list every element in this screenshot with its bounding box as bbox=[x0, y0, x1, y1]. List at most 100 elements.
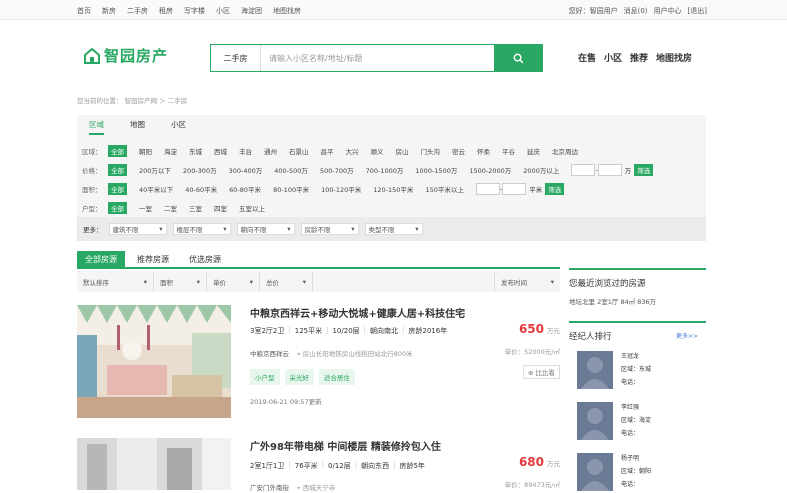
filter-option[interactable]: 丰台 bbox=[239, 146, 252, 156]
more-filters: 更多： 建筑不限 ▾ 楼层不限 ▾ 朝向不限 ▾ 房龄不限 ▾ 类型不限 ▾ bbox=[77, 217, 706, 241]
filter-option[interactable]: 2000万以上 bbox=[523, 165, 559, 175]
top-nav-office[interactable]: 写字楼 bbox=[184, 6, 205, 16]
filter-option[interactable]: 40平米以下 bbox=[139, 184, 173, 194]
filter-option[interactable]: 延庆 bbox=[527, 146, 540, 156]
filter-option[interactable]: 700-1000万 bbox=[366, 165, 404, 175]
filter-option[interactable]: 石景山 bbox=[289, 146, 309, 156]
nav-map[interactable]: 地图找房 bbox=[656, 51, 692, 64]
sort-total-price[interactable]: 总价 ▾ bbox=[260, 271, 313, 292]
sort-unit-price[interactable]: 单价 ▾ bbox=[207, 271, 260, 292]
filter-option[interactable]: 三室 bbox=[189, 203, 202, 213]
range-min-input[interactable] bbox=[571, 164, 596, 176]
range-min-input[interactable] bbox=[475, 183, 500, 195]
nav-community[interactable]: 小区 bbox=[604, 51, 622, 64]
filter-option[interactable]: 西城 bbox=[214, 146, 227, 156]
filter-option[interactable]: 海淀 bbox=[164, 146, 177, 156]
filter-option[interactable]: 北京周边 bbox=[552, 146, 578, 156]
recent-item[interactable]: 地坛北里 2室1厅 84㎡ 836万 bbox=[569, 296, 706, 306]
community-link[interactable]: 中粮京西祥云 bbox=[250, 348, 289, 359]
filter-option[interactable]: 60-80平米 bbox=[229, 184, 261, 194]
top-nav-haidian[interactable]: 海淀团 bbox=[241, 6, 262, 16]
orientation-select[interactable]: 朝向不限 ▾ bbox=[236, 223, 295, 235]
filter-option[interactable]: 一室 bbox=[139, 203, 152, 213]
listing-info: 3室2厅2卫 | 125平米 | 10/20层 | 朝向南北 | 房龄2016年 bbox=[250, 326, 448, 335]
top-nav-new[interactable]: 新房 bbox=[102, 6, 116, 16]
search-button[interactable] bbox=[494, 45, 542, 71]
filter-option[interactable]: 80-100平米 bbox=[273, 184, 309, 194]
top-nav-rent[interactable]: 租房 bbox=[159, 6, 173, 16]
range-max-input[interactable] bbox=[502, 183, 527, 195]
sort-publish-time[interactable]: 发布时间 ▾ bbox=[494, 271, 560, 292]
filter-option[interactable]: 40-60平米 bbox=[185, 184, 217, 194]
filter-all-option[interactable]: 全部 bbox=[108, 164, 127, 176]
tab-district[interactable]: 区域 bbox=[89, 119, 104, 135]
top-nav-second-hand[interactable]: 二手房 bbox=[127, 6, 148, 16]
range-max-input[interactable] bbox=[597, 164, 622, 176]
nav-recommend[interactable]: 推荐 bbox=[630, 51, 648, 64]
filter-option[interactable]: 400-500万 bbox=[274, 165, 308, 175]
compare-button[interactable]: ⊕ 比比看 bbox=[522, 365, 560, 379]
filter-option[interactable]: 二室 bbox=[164, 203, 177, 213]
filter-option[interactable]: 150平米以上 bbox=[425, 184, 463, 194]
filter-option[interactable]: 房山 bbox=[396, 146, 409, 156]
top-nav-home[interactable]: 首页 bbox=[77, 6, 91, 16]
listing-title[interactable]: 广外98年带电梯 中间楼层 精装修拎包入住 bbox=[250, 438, 441, 453]
filter-all-option[interactable]: 全部 bbox=[108, 202, 127, 214]
listing-photo[interactable] bbox=[77, 305, 231, 418]
listing-card[interactable]: 中粮京西祥云+移动大悦城+健康人居+科技住宅 3室2厅2卫 | 125平米 | 10… bbox=[77, 305, 560, 418]
filter-option[interactable]: 300-400万 bbox=[229, 165, 263, 175]
filter-option[interactable]: 平谷 bbox=[502, 146, 515, 156]
filter-option[interactable]: 东城 bbox=[189, 146, 202, 156]
filter-submit-button[interactable]: 筛选 bbox=[634, 164, 654, 176]
listing-photo[interactable] bbox=[77, 438, 231, 490]
top-nav-map[interactable]: 地图找房 bbox=[273, 6, 301, 16]
messages-link[interactable]: 消息(0) bbox=[624, 6, 648, 16]
filter-panel: 区域 地图 小区 区域： 全部 朝阳 海淀 东城 西城 丰台 通州 石景山 昌平 大兴 顺义 房山 门头沟… bbox=[77, 115, 706, 241]
filter-option[interactable]: 大兴 bbox=[346, 146, 359, 156]
filter-option[interactable]: 120-150平米 bbox=[373, 184, 413, 194]
filter-option[interactable]: 朝阳 bbox=[139, 146, 152, 156]
floor-select[interactable]: 楼层不限 ▾ bbox=[172, 223, 231, 235]
filter-option[interactable]: 100-120平米 bbox=[321, 184, 361, 194]
filter-option[interactable]: 密云 bbox=[452, 146, 465, 156]
user-center-link[interactable]: 用户中心 bbox=[654, 6, 682, 16]
building-select[interactable]: 建筑不限 ▾ bbox=[108, 223, 167, 235]
listing-card[interactable]: 广外98年带电梯 中间楼层 精装修拎包入住 2室1厅1卫 | 76平米 | 0/12… bbox=[77, 438, 560, 493]
tab-preferred-listings[interactable]: 优选房源 bbox=[181, 251, 229, 267]
filter-option[interactable]: 四室 bbox=[214, 203, 227, 213]
search-type-select[interactable]: 二手房 bbox=[211, 45, 261, 71]
filter-submit-button[interactable]: 筛选 bbox=[545, 183, 565, 195]
filter-option[interactable]: 1500-2000万 bbox=[469, 165, 511, 175]
nav-on-sale[interactable]: 在售 bbox=[578, 51, 596, 64]
logo[interactable]: 智园房产 bbox=[84, 45, 168, 66]
filter-option[interactable]: 通州 bbox=[264, 146, 277, 156]
filter-option[interactable]: 1000-1500万 bbox=[415, 165, 457, 175]
logout-link[interactable]: [退出] bbox=[688, 6, 707, 16]
filter-all-option[interactable]: 全部 bbox=[108, 145, 127, 157]
tab-map[interactable]: 地图 bbox=[130, 119, 145, 135]
listing-title[interactable]: 中粮京西祥云+移动大悦城+健康人居+科技住宅 bbox=[250, 305, 465, 320]
filter-option[interactable]: 500-700万 bbox=[320, 165, 354, 175]
age-select[interactable]: 房龄不限 ▾ bbox=[300, 223, 359, 235]
sort-default[interactable]: 默认排序 ▾ bbox=[77, 271, 154, 292]
sort-area[interactable]: 面积 ▾ bbox=[154, 271, 207, 292]
filter-option[interactable]: 200万以下 bbox=[139, 165, 171, 175]
top-nav-community[interactable]: 小区 bbox=[216, 6, 230, 16]
filter-all-option[interactable]: 全部 bbox=[108, 183, 127, 195]
listing-tabs: 全部房源 推荐房源 优选房源 bbox=[77, 251, 560, 269]
filter-option[interactable]: 怀柔 bbox=[477, 146, 490, 156]
tab-all-listings[interactable]: 全部房源 bbox=[77, 251, 125, 267]
filter-option[interactable]: 顺义 bbox=[371, 146, 384, 156]
tab-recommended-listings[interactable]: 推荐房源 bbox=[129, 251, 177, 267]
filter-option[interactable]: 200-300万 bbox=[183, 165, 217, 175]
filter-option[interactable]: 门头沟 bbox=[421, 146, 441, 156]
tab-community[interactable]: 小区 bbox=[171, 119, 186, 135]
plus-icon: ⊕ bbox=[527, 369, 534, 377]
type-select[interactable]: 类型不限 ▾ bbox=[364, 223, 423, 235]
filter-option[interactable]: 五室以上 bbox=[239, 203, 265, 213]
more-agents-link[interactable]: 更多>> bbox=[676, 331, 698, 340]
tag: 适合居住 bbox=[319, 369, 355, 385]
community-link[interactable]: 广安门外南街 bbox=[250, 482, 289, 493]
search-input[interactable]: 请输入小区名称/地址/标题 bbox=[261, 45, 494, 71]
filter-option[interactable]: 昌平 bbox=[321, 146, 334, 156]
